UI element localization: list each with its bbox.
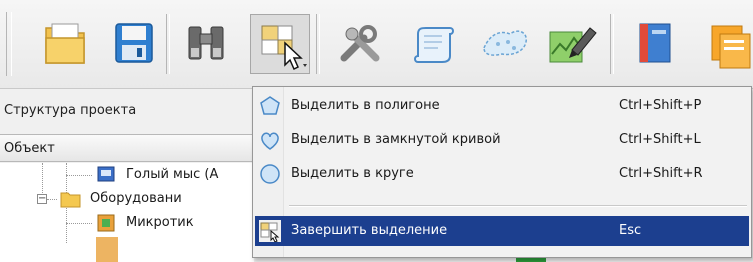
menu-item-select-circle[interactable]: Выделить в круге Ctrl+Shift+R: [255, 159, 749, 189]
tree-node-label: Оборудовани: [90, 191, 182, 206]
map-area-icon: [483, 30, 527, 56]
menu-item-finish-selection[interactable]: Завершить выделение Esc: [255, 216, 749, 246]
tree-node[interactable]: Оборудовани: [60, 187, 254, 211]
area-tool-button[interactable]: [474, 14, 534, 74]
floppy-disk-icon: [115, 23, 153, 63]
tree-node-label: Голый мыс (А: [126, 167, 219, 182]
save-button[interactable]: [104, 14, 164, 74]
toolbar-grip[interactable]: [6, 12, 12, 76]
menu-item-label: Завершить выделение: [291, 223, 448, 238]
tools-button[interactable]: [330, 14, 390, 74]
column-header-object[interactable]: Объект: [0, 134, 254, 162]
menu-item-label: Выделить в замкнутой кривой: [291, 132, 501, 147]
find-button[interactable]: [176, 14, 236, 74]
new-document-button[interactable]: [36, 14, 96, 74]
tree-node[interactable]: Голый мыс (А: [96, 163, 254, 187]
map-edit-button[interactable]: [540, 14, 600, 74]
book-button[interactable]: [624, 14, 684, 74]
tree-node[interactable]: Микротик: [96, 211, 254, 235]
curve-line-icon: [414, 27, 454, 63]
curve-select-icon: [259, 129, 281, 151]
pages-button[interactable]: [698, 14, 753, 74]
menu-item-shortcut: Ctrl+Shift+P: [619, 98, 702, 113]
menu-item-shortcut: Ctrl+Shift+L: [619, 132, 701, 147]
finish-select-icon: [259, 220, 281, 243]
book-icon: [639, 23, 671, 63]
menu-item-label: Выделить в круге: [291, 166, 414, 181]
pages-icon: [711, 25, 751, 69]
select-cursor-icon: [261, 25, 307, 71]
map-pen-icon: [549, 27, 597, 63]
binoculars-icon: [188, 26, 224, 60]
tree-collapse-toggle[interactable]: −: [37, 194, 47, 204]
wrench-tools-icon: [340, 25, 380, 62]
panel-title: Структура проекта: [4, 103, 137, 118]
menu-item-label: Выделить в полигоне: [291, 98, 440, 113]
line-tool-button[interactable]: [404, 14, 464, 74]
menu-item-select-polygon[interactable]: Выделить в полигоне Ctrl+Shift+P: [255, 91, 749, 121]
node-device-icon: [96, 166, 118, 184]
menu-item-shortcut: Esc: [619, 223, 642, 238]
selection-tool-button[interactable]: [250, 14, 310, 74]
node-router-icon: [96, 214, 118, 232]
polygon-select-icon: [259, 95, 281, 117]
menu-item-select-closed-curve[interactable]: Выделить в замкнутой кривой Ctrl+Shift+L: [255, 125, 749, 155]
project-tree: Голый мыс (А − Оборудовани Микротик: [0, 163, 254, 262]
main-toolbar: [0, 0, 753, 89]
menu-item-shortcut: Ctrl+Shift+R: [619, 166, 703, 181]
tree-node-label: Микротик: [126, 215, 194, 230]
menu-separator: [289, 205, 747, 207]
tree-node-partial-icon: [96, 237, 118, 262]
selection-context-menu: Выделить в полигоне Ctrl+Shift+P Выделит…: [252, 86, 752, 258]
folder-icon: [60, 190, 82, 208]
document-folder-icon: [45, 23, 85, 64]
circle-select-icon: [259, 163, 281, 185]
